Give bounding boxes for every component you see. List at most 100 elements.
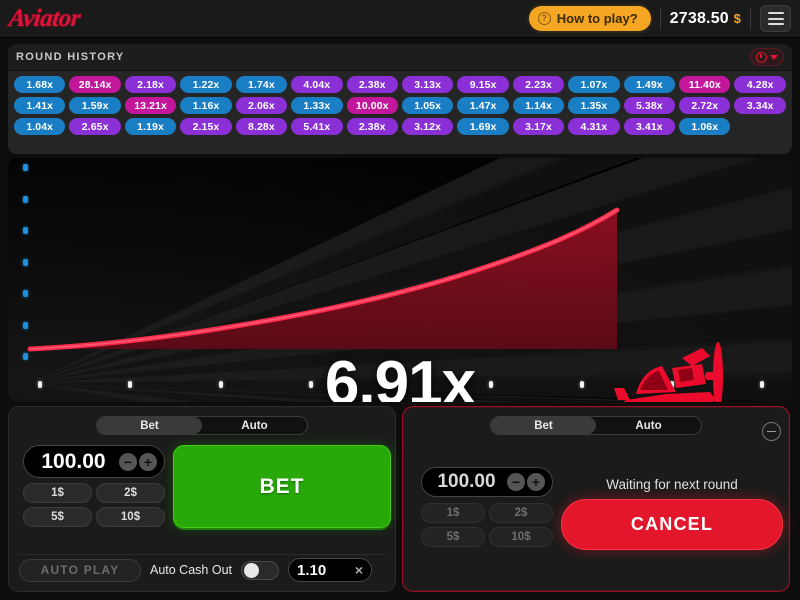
decrease-stake-button-left[interactable]: − (119, 452, 137, 471)
auto-controls-left: AUTO PLAY Auto Cash Out 1.10 × (19, 554, 387, 582)
history-badge[interactable]: 2.06x (235, 97, 288, 114)
decrease-stake-button-right[interactable]: − (507, 473, 525, 491)
history-badge[interactable]: 1.68x (14, 76, 66, 93)
bet-mode-tabs-right: Bet Auto (490, 416, 702, 435)
hamburger-menu-icon[interactable] (760, 5, 791, 32)
history-badge[interactable]: 11.40x (679, 76, 731, 93)
history-badge[interactable]: 3.13x (401, 76, 454, 93)
quick-bet-button[interactable]: 10$ (96, 507, 165, 527)
increase-stake-button-left[interactable]: + (139, 452, 157, 471)
history-badge[interactable]: 1.22x (180, 76, 232, 93)
game-canvas: 6.91x (8, 158, 792, 402)
history-badge[interactable]: 3.17x (512, 118, 565, 135)
quick-bet-button[interactable]: 1$ (421, 503, 485, 523)
stake-input-right[interactable]: 100.00 − + (421, 467, 553, 497)
history-badge[interactable]: 13.21x (124, 97, 177, 114)
auto-cash-out-input[interactable]: 1.10 × (288, 558, 372, 582)
bet-mode-tabs-left: Bet Auto (96, 416, 308, 435)
history-badge[interactable]: 4.31x (568, 118, 620, 135)
history-badge[interactable]: 9.15x (457, 76, 509, 93)
history-badge[interactable]: 2.65x (69, 118, 121, 135)
how-to-play-label: How to play? (556, 11, 638, 26)
history-badge[interactable]: 4.28x (734, 76, 786, 93)
history-badge[interactable]: 2.38x (346, 76, 398, 93)
remove-bet-panel-button[interactable] (762, 422, 781, 441)
stake-value-left: 100.00 (41, 449, 106, 473)
history-badge[interactable]: 1.06x (679, 118, 731, 135)
history-expand-button[interactable] (750, 48, 784, 66)
top-bar: Aviator ? How to play? 2738.50 $ (0, 0, 800, 38)
bet-panel-left: Bet Auto 100.00 − + 1$ 2$ 5$ 10$ BET AUTO P… (8, 406, 396, 592)
history-badge[interactable]: 2.18x (124, 76, 177, 93)
history-badge[interactable]: 3.34x (734, 97, 786, 114)
history-badge[interactable]: 1.47x (457, 97, 509, 114)
history-badge[interactable]: 1.16x (180, 97, 232, 114)
history-badge[interactable]: 1.05x (401, 97, 454, 114)
tab-bet-right[interactable]: Bet (491, 417, 596, 434)
history-badge[interactable]: 1.69x (457, 118, 509, 135)
cancel-button[interactable]: CANCEL (561, 499, 783, 550)
divider (659, 7, 661, 30)
quick-bet-button[interactable]: 2$ (489, 503, 553, 523)
divider (750, 7, 751, 30)
question-circle-icon: ? (537, 12, 551, 25)
round-history-rows: 1.68x 28.14x 2.18x 1.22x 1.74x 4.04x 2.38x 3.13… (8, 71, 792, 139)
history-badge[interactable]: 1.59x (69, 97, 121, 114)
history-badge[interactable]: 1.33x (291, 97, 343, 114)
close-x-icon[interactable]: × (355, 562, 363, 578)
tab-auto-left[interactable]: Auto (202, 417, 307, 434)
history-badge[interactable]: 4.04x (291, 76, 343, 93)
history-row: 1.41x 1.59x 13.21x 1.16x 2.06x 1.33x 10.00x 1.0… (14, 97, 786, 114)
history-badge[interactable]: 1.07x (568, 76, 620, 93)
history-badge[interactable]: 28.14x (69, 76, 121, 93)
quick-bet-group-right: 1$ 2$ 5$ 10$ (421, 503, 553, 547)
auto-cash-out-value: 1.10 (297, 561, 327, 579)
quick-bet-button[interactable]: 1$ (23, 483, 92, 503)
tab-auto-right[interactable]: Auto (596, 417, 701, 434)
history-badge[interactable]: 2.38x (346, 118, 398, 135)
history-badge[interactable]: 1.19x (124, 118, 177, 135)
clock-icon (756, 51, 767, 63)
history-badge[interactable]: 2.23x (512, 76, 565, 93)
stake-value-right: 100.00 (437, 471, 496, 492)
round-history-title: ROUND HISTORY (16, 51, 125, 63)
y-axis-ticks (22, 164, 29, 360)
history-badge[interactable]: 1.35x (568, 97, 620, 114)
quick-bet-button[interactable]: 10$ (489, 527, 553, 547)
history-row: 1.04x 2.65x 1.19x 2.15x 8.28x 5.41x 2.38x 3.12x… (14, 118, 786, 135)
quick-bet-button[interactable]: 2$ (96, 483, 165, 503)
history-badge-placeholder (734, 118, 785, 135)
history-badge[interactable]: 10.00x (346, 97, 398, 114)
history-badge[interactable]: 5.41x (291, 118, 343, 135)
round-status-text: Waiting for next round (606, 477, 738, 492)
history-badge[interactable]: 1.49x (623, 76, 676, 93)
history-badge[interactable]: 1.41x (14, 97, 66, 114)
history-badge[interactable]: 1.74x (235, 76, 288, 93)
stake-input-left[interactable]: 100.00 − + (23, 445, 165, 478)
history-badge[interactable]: 2.15x (180, 118, 232, 135)
history-badge[interactable]: 3.41x (623, 118, 676, 135)
tab-bet-left[interactable]: Bet (97, 417, 202, 434)
quick-bet-button[interactable]: 5$ (23, 507, 92, 527)
auto-play-button[interactable]: AUTO PLAY (19, 558, 141, 582)
round-history-panel: ROUND HISTORY 1.68x 28.14x 2.18x 1.22x 1.74x… (8, 44, 792, 154)
history-badge[interactable]: 8.28x (235, 118, 288, 135)
chevron-down-icon (770, 54, 778, 60)
history-badge[interactable]: 1.04x (14, 118, 66, 135)
auto-cash-out-label: Auto Cash Out (150, 563, 232, 577)
history-badge[interactable]: 5.38x (623, 97, 676, 114)
bet-button[interactable]: BET (173, 445, 391, 528)
history-row: 1.68x 28.14x 2.18x 1.22x 1.74x 4.04x 2.38x 3.13… (14, 76, 786, 93)
how-to-play-button[interactable]: ? How to play? (528, 6, 651, 31)
quick-bet-button[interactable]: 5$ (421, 527, 485, 547)
aviator-game-app: Aviator ? How to play? 2738.50 $ ROUND H… (0, 0, 800, 600)
history-badge[interactable]: 1.14x (512, 97, 565, 114)
aviator-logo: Aviator (7, 4, 82, 32)
balance-display: 2738.50 $ (670, 10, 741, 28)
history-badge[interactable]: 3.12x (401, 118, 454, 135)
auto-cash-out-toggle[interactable] (241, 560, 279, 580)
increase-stake-button-right[interactable]: + (527, 473, 545, 491)
round-history-header: ROUND HISTORY (8, 44, 792, 71)
top-bar-right: ? How to play? 2738.50 $ (528, 5, 791, 32)
history-badge[interactable]: 2.72x (679, 97, 731, 114)
